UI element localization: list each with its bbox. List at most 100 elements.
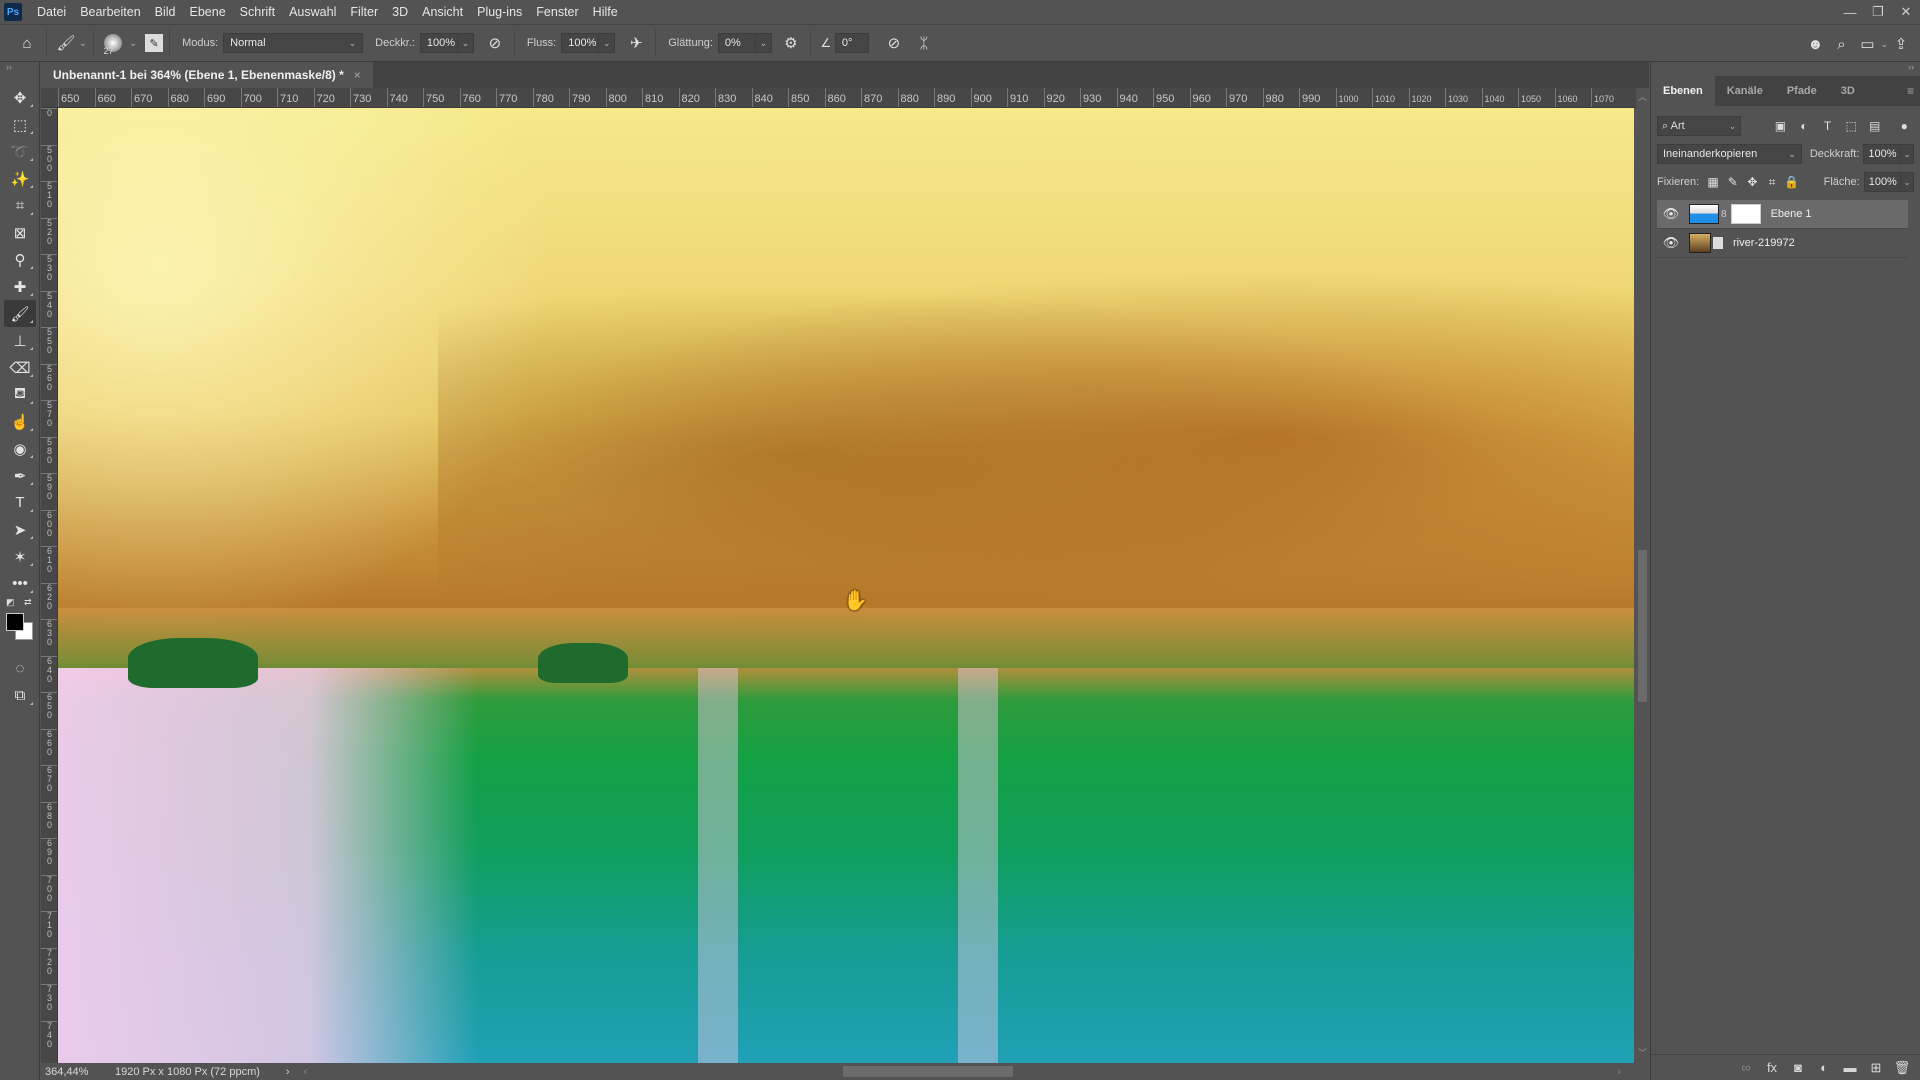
adjustment-layer-icon[interactable]: ◐	[1811, 1060, 1837, 1075]
status-menu-arrow[interactable]: ›	[286, 1066, 290, 1078]
filter-type-icon[interactable]: T	[1818, 116, 1838, 136]
custom-shape-tool-icon[interactable]: ✶	[4, 543, 36, 570]
tab-kanaele[interactable]: Kanäle	[1715, 76, 1775, 106]
layer-row-ebene-1[interactable]: 👁 8 Ebene 1	[1657, 200, 1908, 229]
layer-thumbnail[interactable]	[1689, 204, 1719, 224]
add-mask-icon[interactable]: ◙	[1785, 1060, 1811, 1075]
menu-schrift[interactable]: Schrift	[233, 0, 282, 24]
close-tab-icon[interactable]: ×	[354, 68, 361, 82]
close-button[interactable]: ✕	[1892, 0, 1920, 24]
menu-auswahl[interactable]: Auswahl	[282, 0, 343, 24]
menu-datei[interactable]: Datei	[30, 0, 73, 24]
paint-bucket-tool-icon[interactable]: ⛾	[4, 381, 36, 408]
workspace-icon[interactable]: ▭	[1854, 31, 1880, 57]
brush-settings-panel-icon[interactable]: ✎	[145, 34, 164, 52]
link-layers-icon[interactable]: ∞	[1733, 1060, 1759, 1075]
lock-artboard-icon[interactable]: ⌗	[1762, 175, 1782, 190]
layer-opacity-dropdown[interactable]: ⌄	[1901, 144, 1914, 164]
smoothing-dropdown[interactable]: ⌄	[755, 33, 772, 53]
fill-dropdown[interactable]: ⌄	[1901, 172, 1915, 192]
mode-select[interactable]: Normal ⌄	[223, 33, 364, 53]
chevron-down-icon[interactable]: ⌄	[130, 38, 138, 49]
trash-icon[interactable]: 🗑	[1889, 1060, 1915, 1076]
document-tab[interactable]: Unbenannt-1 bei 364% (Ebene 1, Ebenenmas…	[41, 62, 373, 88]
filter-smart-object-icon[interactable]: ▤	[1865, 116, 1885, 136]
horizontal-scroll-thumb[interactable]	[843, 1066, 1013, 1077]
opacity-field[interactable]: 100%	[419, 33, 458, 53]
lock-transparency-icon[interactable]: ▦	[1703, 175, 1723, 189]
learn-icon[interactable]: ☻	[1802, 31, 1828, 57]
minimize-button[interactable]: —	[1836, 0, 1864, 24]
layer-mask-thumbnail[interactable]	[1730, 204, 1761, 224]
more-tools-icon[interactable]: •••	[4, 570, 36, 597]
tab-pfade[interactable]: Pfade	[1775, 76, 1829, 106]
zoom-level[interactable]: 364,44%	[45, 1066, 103, 1078]
default-colors-icon[interactable]: ◩	[6, 597, 15, 608]
flow-field[interactable]: 100%	[561, 33, 600, 53]
filter-toggle[interactable]: ●	[1894, 116, 1914, 136]
marquee-tool-icon[interactable]: ⬚	[4, 111, 36, 138]
vertical-scroll-thumb[interactable]	[1638, 550, 1647, 702]
scroll-down-icon[interactable]: ﹀	[1636, 1046, 1649, 1059]
scroll-left-icon[interactable]: ‹	[304, 1066, 308, 1078]
home-icon[interactable]: ⌂	[14, 30, 40, 56]
symmetry-butterfly-icon[interactable]: ᛯ	[911, 30, 937, 56]
layer-filter-select[interactable]: ⌕ Art ⌄	[1657, 116, 1742, 136]
layer-row-river[interactable]: 👁 river-219972	[1657, 229, 1908, 258]
restore-button[interactable]: ❐	[1864, 0, 1892, 24]
eyedropper-tool-icon[interactable]: ⚲	[4, 246, 36, 273]
chevron-down-icon[interactable]: ⌄	[1880, 39, 1888, 50]
move-tool-icon[interactable]: ✥	[4, 84, 36, 111]
menu-hilfe[interactable]: Hilfe	[586, 0, 625, 24]
menu-bearbeiten[interactable]: Bearbeiten	[73, 0, 147, 24]
pressure-opacity-icon[interactable]: ⊘	[482, 30, 508, 56]
filter-pixel-icon[interactable]: ▣	[1771, 116, 1791, 136]
menu-plugins[interactable]: Plug-ins	[470, 0, 529, 24]
new-group-icon[interactable]: ▬	[1837, 1060, 1863, 1075]
chevron-down-icon[interactable]: ⌄	[79, 38, 87, 49]
vertical-scrollbar[interactable]: ︿ ﹀	[1636, 88, 1649, 1063]
panel-menu-icon[interactable]: ≡	[1907, 84, 1914, 98]
airbrush-icon[interactable]: ✈	[623, 30, 649, 56]
lock-pixels-icon[interactable]: ✎	[1723, 175, 1743, 189]
menu-fenster[interactable]: Fenster	[529, 0, 585, 24]
scroll-right-icon[interactable]: ›	[1617, 1066, 1621, 1078]
angle-field[interactable]: 0°	[834, 33, 869, 53]
layer-opacity-field[interactable]: 100%	[1863, 144, 1902, 164]
crop-tool-icon[interactable]: ⌗	[4, 192, 36, 219]
menu-bild[interactable]: Bild	[148, 0, 183, 24]
brush-tool-preset-icon[interactable]: 🖌	[53, 30, 79, 56]
quick-mask-icon[interactable]: ◌	[4, 655, 36, 682]
pen-tool-icon[interactable]: ✒	[4, 462, 36, 489]
filter-adjustment-icon[interactable]: ◐	[1794, 116, 1814, 136]
layer-name[interactable]: Ebene 1	[1771, 208, 1812, 220]
clone-stamp-tool-icon[interactable]: ⊥	[4, 327, 36, 354]
eraser-tool-icon[interactable]: ⌫	[4, 354, 36, 381]
blend-mode-select[interactable]: Ineinanderkopieren ⌄	[1657, 144, 1802, 164]
menu-ansicht[interactable]: Ansicht	[415, 0, 470, 24]
brush-tool-icon[interactable]: 🖌	[4, 300, 36, 327]
tab-ebenen[interactable]: Ebenen	[1651, 76, 1715, 106]
smoothing-field[interactable]: 0%	[717, 33, 756, 53]
link-icon[interactable]: 8	[1721, 209, 1727, 220]
flow-dropdown[interactable]: ⌄	[599, 33, 616, 53]
fill-field[interactable]: 100%	[1863, 172, 1902, 192]
opacity-dropdown[interactable]: ⌄	[457, 33, 474, 53]
pressure-size-icon[interactable]: ⊘	[881, 30, 907, 56]
path-selection-tool-icon[interactable]: ➤	[4, 516, 36, 543]
lock-position-icon[interactable]: ✥	[1743, 175, 1763, 189]
filter-shape-icon[interactable]: ⬚	[1841, 116, 1861, 136]
menu-ebene[interactable]: Ebene	[183, 0, 233, 24]
eye-icon[interactable]: 👁	[1657, 235, 1685, 251]
menu-3d[interactable]: 3D	[385, 0, 415, 24]
dodge-tool-icon[interactable]: ◉	[4, 435, 36, 462]
foreground-color-swatch[interactable]	[6, 613, 24, 631]
swap-colors-icon[interactable]: ⇄	[24, 597, 32, 608]
frame-tool-icon[interactable]: ⊠	[4, 219, 36, 246]
eye-icon[interactable]: 👁	[1657, 206, 1685, 222]
brush-preset-picker[interactable]: 27	[100, 24, 126, 62]
layer-name[interactable]: river-219972	[1733, 237, 1795, 249]
layer-thumbnail[interactable]	[1689, 233, 1711, 253]
collapse-panel-icon[interactable]: ››	[1651, 62, 1920, 76]
lock-all-icon[interactable]: 🔒	[1782, 175, 1802, 189]
